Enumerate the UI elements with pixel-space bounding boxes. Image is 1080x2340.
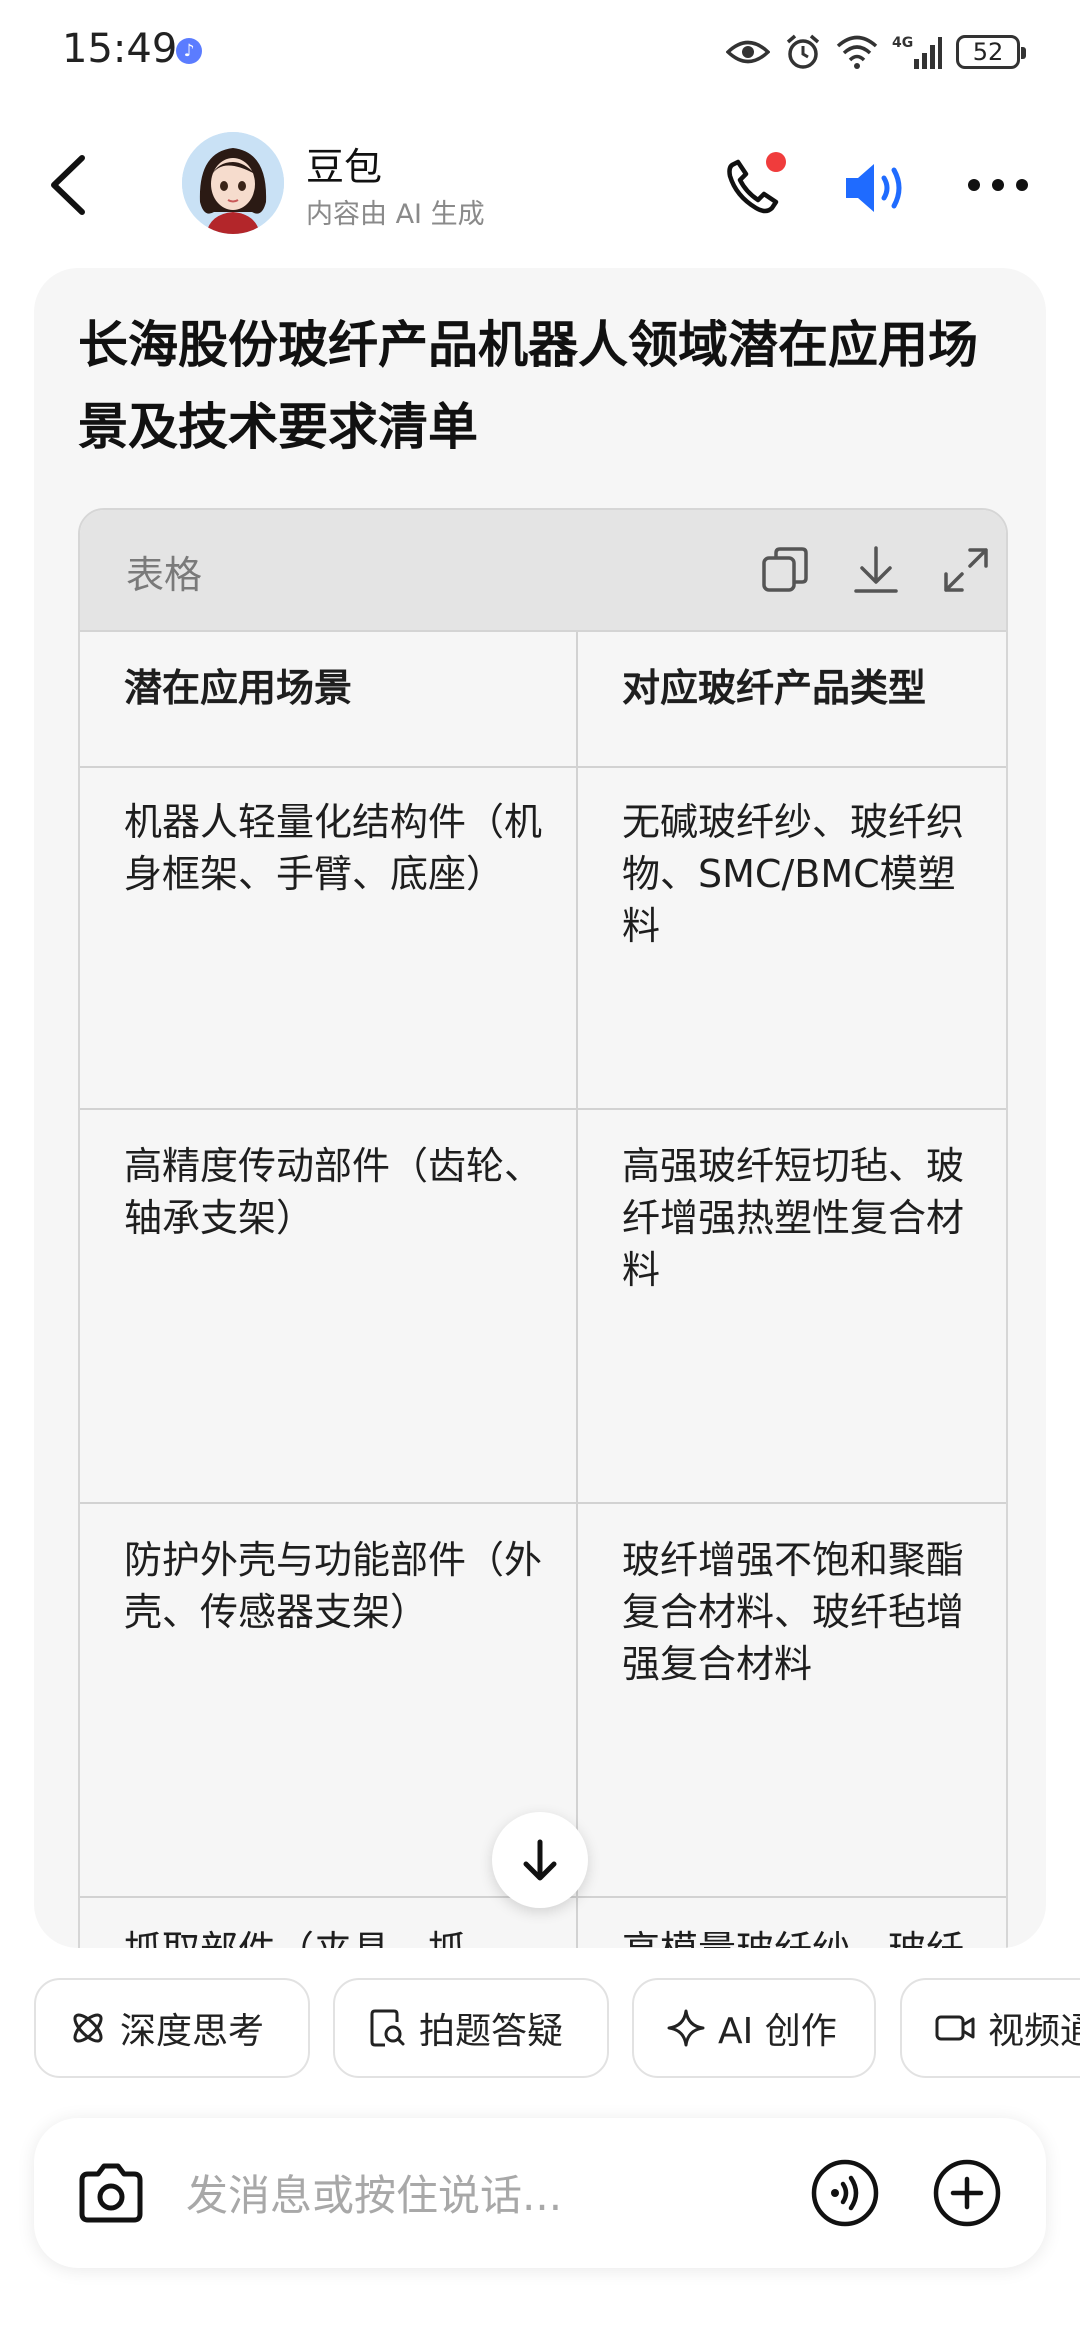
cell-line: 料 xyxy=(622,1248,661,1292)
column-header-scene: 潜在应用场景 xyxy=(124,666,353,710)
cell-scene: 防护外壳与功能部件（外壳、传感器支架） xyxy=(124,1538,543,1634)
cell-product: 无碱玻纤纱、玻纤织 物、SMC/BMC模塑 料 xyxy=(622,796,1006,952)
chat-subtitle: 内容由 AI 生成 xyxy=(306,199,485,230)
chip-label: 深度思考 xyxy=(120,2011,265,2052)
speaker-icon[interactable] xyxy=(840,158,910,218)
status-time: 15:49 xyxy=(62,26,178,72)
svg-text:4G: 4G xyxy=(892,35,913,51)
cell-product: 玻纤增强不饱和聚酯 复合材料、玻纤毡增 强复合材料 xyxy=(622,1534,1006,1690)
chip-label: 拍题答疑 xyxy=(419,2011,564,2052)
chip-label: 视频通话 xyxy=(988,2011,1080,2052)
cell-scene: 抓取部件（夹具、抓 xyxy=(124,1924,544,1948)
cell-line: 复合材料、玻纤毡增 xyxy=(622,1590,965,1634)
signal-icon: 4G xyxy=(892,35,942,69)
cell-line: 强复合材料 xyxy=(622,1642,813,1686)
cell-line: 物、SMC/BMC模塑 xyxy=(622,852,956,896)
table-row: 机器人轻量化结构件（机身框架、手臂、底座） 无碱玻纤纱、玻纤织 物、SMC/BM… xyxy=(80,766,1006,1110)
cell-product: 高强玻纤短切毡、玻 纤增强热塑性复合材 料 xyxy=(622,1140,1006,1296)
column-header-product: 对应玻纤产品类型 xyxy=(622,666,927,710)
video-camera-icon xyxy=(935,2015,975,2041)
phone-call-button[interactable] xyxy=(722,152,786,218)
cell-line: 料 xyxy=(622,904,661,948)
cell-product: 高模量玻纤纱、玻纤 xyxy=(622,1924,1006,1948)
table-header-row: 潜在应用场景 对应玻纤产品类型 xyxy=(80,632,1006,768)
search-document-icon xyxy=(370,2009,405,2047)
battery-indicator: 52 xyxy=(956,35,1026,69)
table-row: 高精度传动部件（齿轮、轴承支架） 高强玻纤短切毡、玻 纤增强热塑性复合材 料 xyxy=(80,1110,1006,1504)
video-call-chip[interactable]: 视频通话 xyxy=(900,1978,1080,2078)
plus-icon[interactable] xyxy=(932,2158,1002,2228)
chat-name: 豆包 xyxy=(306,145,383,189)
message-input-bar: 发消息或按住说话... xyxy=(34,2118,1046,2268)
atom-icon xyxy=(73,2013,103,2043)
table-toolbar: 表格 xyxy=(80,510,1006,632)
cell-scene: 机器人轻量化结构件（机身框架、手臂、底座） xyxy=(124,800,543,896)
more-options-icon[interactable] xyxy=(966,170,1030,200)
table-label: 表格 xyxy=(126,553,203,597)
ai-create-chip[interactable]: AI 创作 xyxy=(632,1978,876,2078)
chat-header: 豆包 内容由 AI 生成 xyxy=(0,120,1080,250)
cell-line: 高强玻纤短切毡、玻 xyxy=(622,1144,965,1188)
camera-icon[interactable] xyxy=(76,2160,146,2226)
scroll-to-bottom-button[interactable] xyxy=(492,1812,588,1908)
cell-line: 纤增强热塑性复合材 xyxy=(622,1196,965,1240)
music-icon: ♪ xyxy=(176,38,202,64)
voice-input-icon[interactable] xyxy=(810,2158,880,2228)
copy-icon[interactable] xyxy=(760,544,812,596)
cell-scene: 高精度传动部件（齿轮、轴承支架） xyxy=(124,1144,543,1240)
photo-question-chip[interactable]: 拍题答疑 xyxy=(333,1978,609,2078)
message-card: 长海股份玻纤产品机器人领域潜在应用场景及技术要求清单 表格 潜在应用场景 对应玻… xyxy=(34,268,1046,1948)
download-icon[interactable] xyxy=(850,544,902,596)
notification-dot xyxy=(766,152,786,172)
cell-line: 高模量玻纤纱、玻纤 xyxy=(622,1924,1006,1948)
expand-icon[interactable] xyxy=(940,544,992,596)
quick-actions: 深度思考 拍题答疑 AI 创作 视频通话 xyxy=(0,1976,1080,2082)
avatar[interactable] xyxy=(182,132,284,234)
cell-line: 玻纤增强不饱和聚酯 xyxy=(622,1538,965,1582)
message-input[interactable]: 发消息或按住说话... xyxy=(186,2162,562,2223)
deep-think-chip[interactable]: 深度思考 xyxy=(34,1978,310,2078)
cell-line: 无碱玻纤纱、玻纤织 xyxy=(622,800,965,844)
eye-icon xyxy=(726,40,770,64)
chip-label: AI 创作 xyxy=(718,2011,837,2052)
arrow-down-icon xyxy=(523,1839,557,1881)
alarm-icon xyxy=(786,34,820,69)
table-card: 表格 潜在应用场景 对应玻纤产品类型 机器人轻量化结构件（机身框架、手臂、底座）… xyxy=(78,508,1008,1948)
back-arrow-icon[interactable] xyxy=(42,150,102,220)
sparkle-icon xyxy=(667,2009,705,2047)
message-title: 长海股份玻纤产品机器人领域潜在应用场景及技术要求清单 xyxy=(78,316,978,456)
wifi-icon xyxy=(836,35,878,69)
status-bar: 15:49 ♪ 4G 52 xyxy=(0,0,1080,100)
status-icons: 4G 52 xyxy=(726,30,1026,74)
